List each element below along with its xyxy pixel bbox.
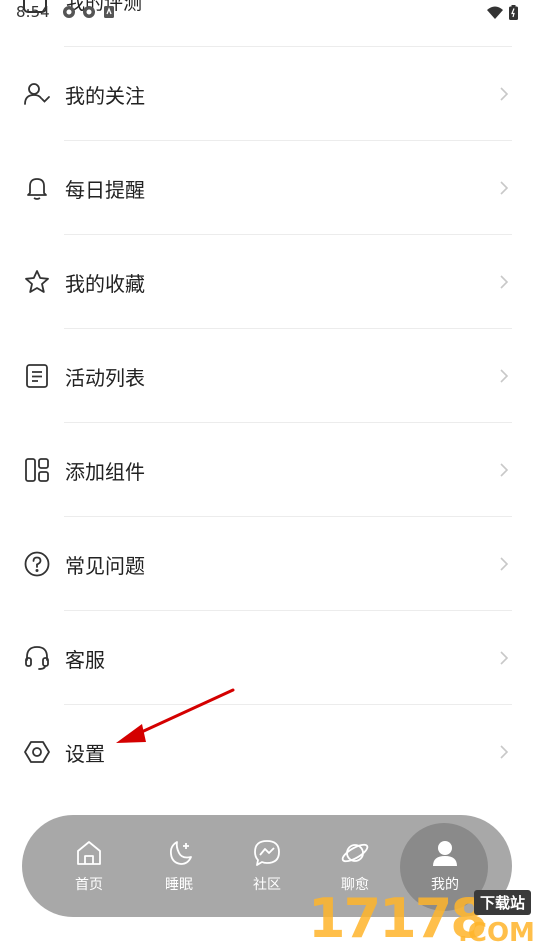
wifi-icon (487, 6, 503, 19)
menu-item-label: 设置 (65, 741, 105, 766)
chevron-right-icon (500, 557, 509, 571)
moon-icon (169, 841, 192, 865)
menu-item-label: 客服 (65, 647, 105, 672)
chevron-right-icon (500, 181, 509, 195)
tab-label: 睡眠 (165, 877, 193, 893)
chevron-right-icon (500, 87, 509, 101)
document-list-icon (22, 361, 52, 391)
tab-home[interactable]: 首页 (44, 815, 134, 917)
chevron-right-icon (500, 463, 509, 477)
chevron-right-icon (500, 651, 509, 665)
planet-icon (341, 843, 369, 863)
user-check-icon (22, 79, 52, 109)
battery-icon (509, 5, 518, 20)
status-bar: 8:54 (0, 0, 534, 28)
tab-label: 社区 (253, 877, 281, 893)
bell-icon (22, 173, 52, 203)
star-icon (22, 267, 52, 297)
menu-item-label: 添加组件 (65, 459, 145, 484)
question-circle-icon (22, 549, 52, 579)
menu-item-my-follows[interactable]: 我的关注 (0, 47, 534, 141)
messenger-icon (254, 840, 280, 866)
menu-item-label: 我的关注 (65, 83, 145, 108)
watermark-domain: .COM (458, 918, 534, 948)
widget-grid-icon (22, 455, 52, 485)
tab-label: 首页 (75, 877, 103, 893)
menu-item-add-widget[interactable]: 添加组件 (0, 423, 534, 517)
notification-icon (63, 6, 75, 18)
notification-icons (62, 5, 116, 19)
status-time: 8:54 (16, 3, 50, 21)
chevron-right-icon (500, 275, 509, 289)
chevron-right-icon (500, 745, 509, 759)
tab-sleep[interactable]: 睡眠 (134, 815, 224, 917)
menu-item-my-favorites[interactable]: 我的收藏 (0, 235, 534, 329)
menu-item-label: 我的收藏 (65, 271, 145, 296)
watermark-tag: 下载站 (474, 890, 532, 915)
menu-item-faq[interactable]: 常见问题 (0, 517, 534, 611)
menu-item-daily-reminder[interactable]: 每日提醒 (0, 141, 534, 235)
menu-item-label: 活动列表 (65, 365, 145, 390)
notification-icon (83, 6, 95, 18)
menu-item-settings[interactable]: 设置 (0, 705, 534, 799)
menu-item-label: 常见问题 (65, 553, 145, 578)
watermark-logo: 17178 .COM 下载站 (308, 888, 534, 950)
tab-community[interactable]: 社区 (222, 815, 312, 917)
chevron-right-icon (500, 369, 509, 383)
menu-item-customer-service[interactable]: 客服 (0, 611, 534, 705)
menu-item-activity-list[interactable]: 活动列表 (0, 329, 534, 423)
profile-icon (433, 841, 457, 866)
menu-item-label: 每日提醒 (65, 177, 145, 202)
headset-icon (22, 643, 52, 673)
home-icon (77, 841, 101, 865)
hexagon-settings-icon (22, 737, 52, 767)
notification-icon (104, 6, 114, 18)
